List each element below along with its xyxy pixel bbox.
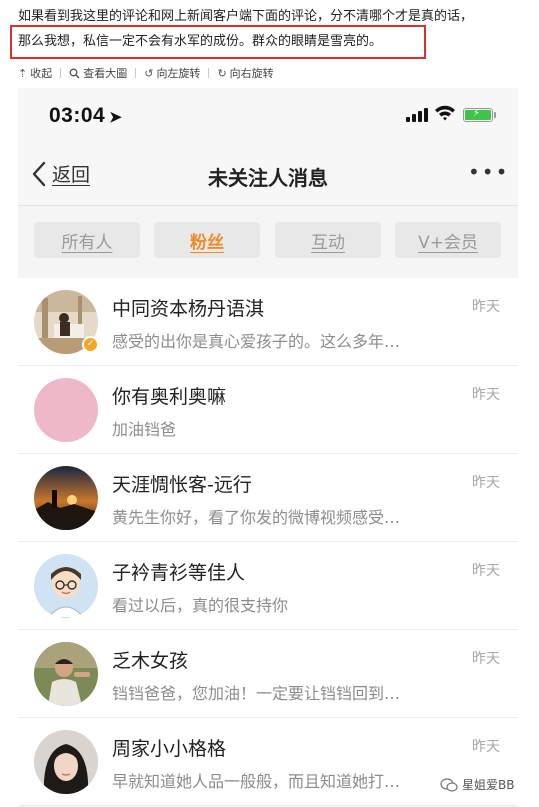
rotate-right-button[interactable]: ↻ 向右旋转 [217, 65, 273, 81]
rotate-left-label: 向左旋转 [156, 67, 201, 80]
message-row[interactable]: 子衿青衫等佳人 看过以后，真的很支持你 昨天 [18, 542, 518, 630]
clock-label: 03:04 [49, 104, 106, 127]
image-toolbar: ⇡ 收起 查看大圖 ↺ 向左旋转 ↻ 向右旋转 [18, 64, 274, 82]
tab-all[interactable]: 所有人 [34, 222, 140, 258]
message-row[interactable]: 你有奥利奥嘛 加油铛爸 昨天 [18, 366, 518, 454]
status-bar: 03:04 ➤ ⚡ [18, 88, 518, 142]
sender-name: 子衿青衫等佳人 [112, 562, 246, 584]
toolbar-divider [135, 68, 137, 78]
toolbar-divider [60, 68, 62, 78]
rotate-right-label: 向右旋转 [229, 67, 274, 80]
tab-vip[interactable]: V+会员 [395, 222, 501, 258]
tab-vip-label: V+会员 [418, 232, 478, 253]
message-time: 昨天 [472, 563, 500, 579]
toolbar-divider [208, 68, 210, 78]
charging-bolt-icon: ⚡ [473, 108, 481, 119]
view-large-button[interactable]: 查看大圖 [69, 65, 127, 81]
tab-fans[interactable]: 粉丝 [154, 222, 260, 258]
message-preview: 加油铛爸 [112, 420, 177, 439]
location-arrow-icon: ➤ [109, 109, 123, 126]
more-options-icon[interactable]: ••• [468, 160, 509, 184]
page-title: 未关注人消息 [208, 166, 328, 190]
phone-screenshot: 03:04 ➤ ⚡ 返回 未关注人消息 ••• 所有人 粉丝 互动 V+会员 ✓… [18, 88, 518, 807]
message-preview: 早就知道她人品一般般，而且知道她打… [112, 772, 401, 791]
message-time: 昨天 [472, 651, 500, 667]
wifi-icon [435, 105, 455, 121]
cellular-signal-icon [406, 108, 428, 122]
rotate-left-icon: ↺ [144, 66, 154, 80]
status-time: 03:04 ➤ [49, 104, 122, 128]
message-row[interactable]: 乏木女孩 铛铛爸爸，您加油！一定要让铛铛回到… 昨天 [18, 630, 518, 718]
message-row[interactable]: ✓ 中同资本杨丹语淇 感受的出你是真心爱孩子的。这么多年… 昨天 [18, 278, 518, 366]
battery-icon: ⚡ [463, 108, 496, 122]
message-preview: 感受的出你是真心爱孩子的。这么多年… [112, 332, 401, 351]
wechat-icon [440, 777, 458, 792]
avatar [34, 554, 98, 618]
message-preview: 铛铛爸爸，您加油！一定要让铛铛回到… [112, 684, 401, 703]
watermark-label: 星姐爱BB [462, 778, 515, 792]
sender-name: 乏木女孩 [112, 650, 189, 672]
avatar [34, 466, 98, 530]
collapse-icon: ⇡ [18, 66, 28, 80]
red-highlight-box [10, 25, 426, 59]
navigation-bar: 返回 未关注人消息 ••• [18, 142, 518, 206]
message-time: 昨天 [472, 387, 500, 403]
collapse-label: 收起 [30, 67, 53, 80]
tab-interaction[interactable]: 互动 [275, 222, 381, 258]
filter-tabs: 所有人 粉丝 互动 V+会员 [18, 206, 518, 278]
view-large-label: 查看大圖 [83, 67, 128, 80]
sender-name: 天涯惆怅客-远行 [112, 474, 252, 496]
sender-name: 中同资本杨丹语淇 [112, 298, 265, 320]
article-line-1: 如果看到我这里的评论和网上新闻客户端下面的评论，分不清哪个才是真的话， [18, 9, 474, 24]
magnifier-icon [69, 68, 80, 78]
avatar [34, 642, 98, 706]
message-row[interactable]: 天涯惆怅客-远行 黄先生你好，看了你发的微博视频感受… 昨天 [18, 454, 518, 542]
avatar [34, 378, 98, 442]
message-time: 昨天 [472, 475, 500, 491]
message-preview: 看过以后，真的很支持你 [112, 596, 289, 615]
verified-badge-icon: ✓ [82, 336, 99, 353]
sender-name: 周家小小格格 [112, 738, 227, 760]
rotate-left-button[interactable]: ↺ 向左旋转 [144, 65, 200, 81]
tab-all-label: 所有人 [61, 232, 113, 253]
message-time: 昨天 [472, 739, 500, 755]
battery-fill: ⚡ [465, 108, 491, 120]
avatar [34, 730, 98, 794]
collapse-button[interactable]: ⇡ 收起 [18, 65, 52, 81]
message-time: 昨天 [472, 299, 500, 315]
watermark: 星姐爱BB [440, 776, 514, 793]
sender-name: 你有奥利奥嘛 [112, 386, 227, 408]
rotate-right-icon: ↻ [217, 66, 227, 80]
message-preview: 黄先生你好，看了你发的微博视频感受… [112, 508, 401, 527]
tab-interaction-label: 互动 [311, 232, 345, 253]
tab-fans-label: 粉丝 [190, 232, 224, 253]
